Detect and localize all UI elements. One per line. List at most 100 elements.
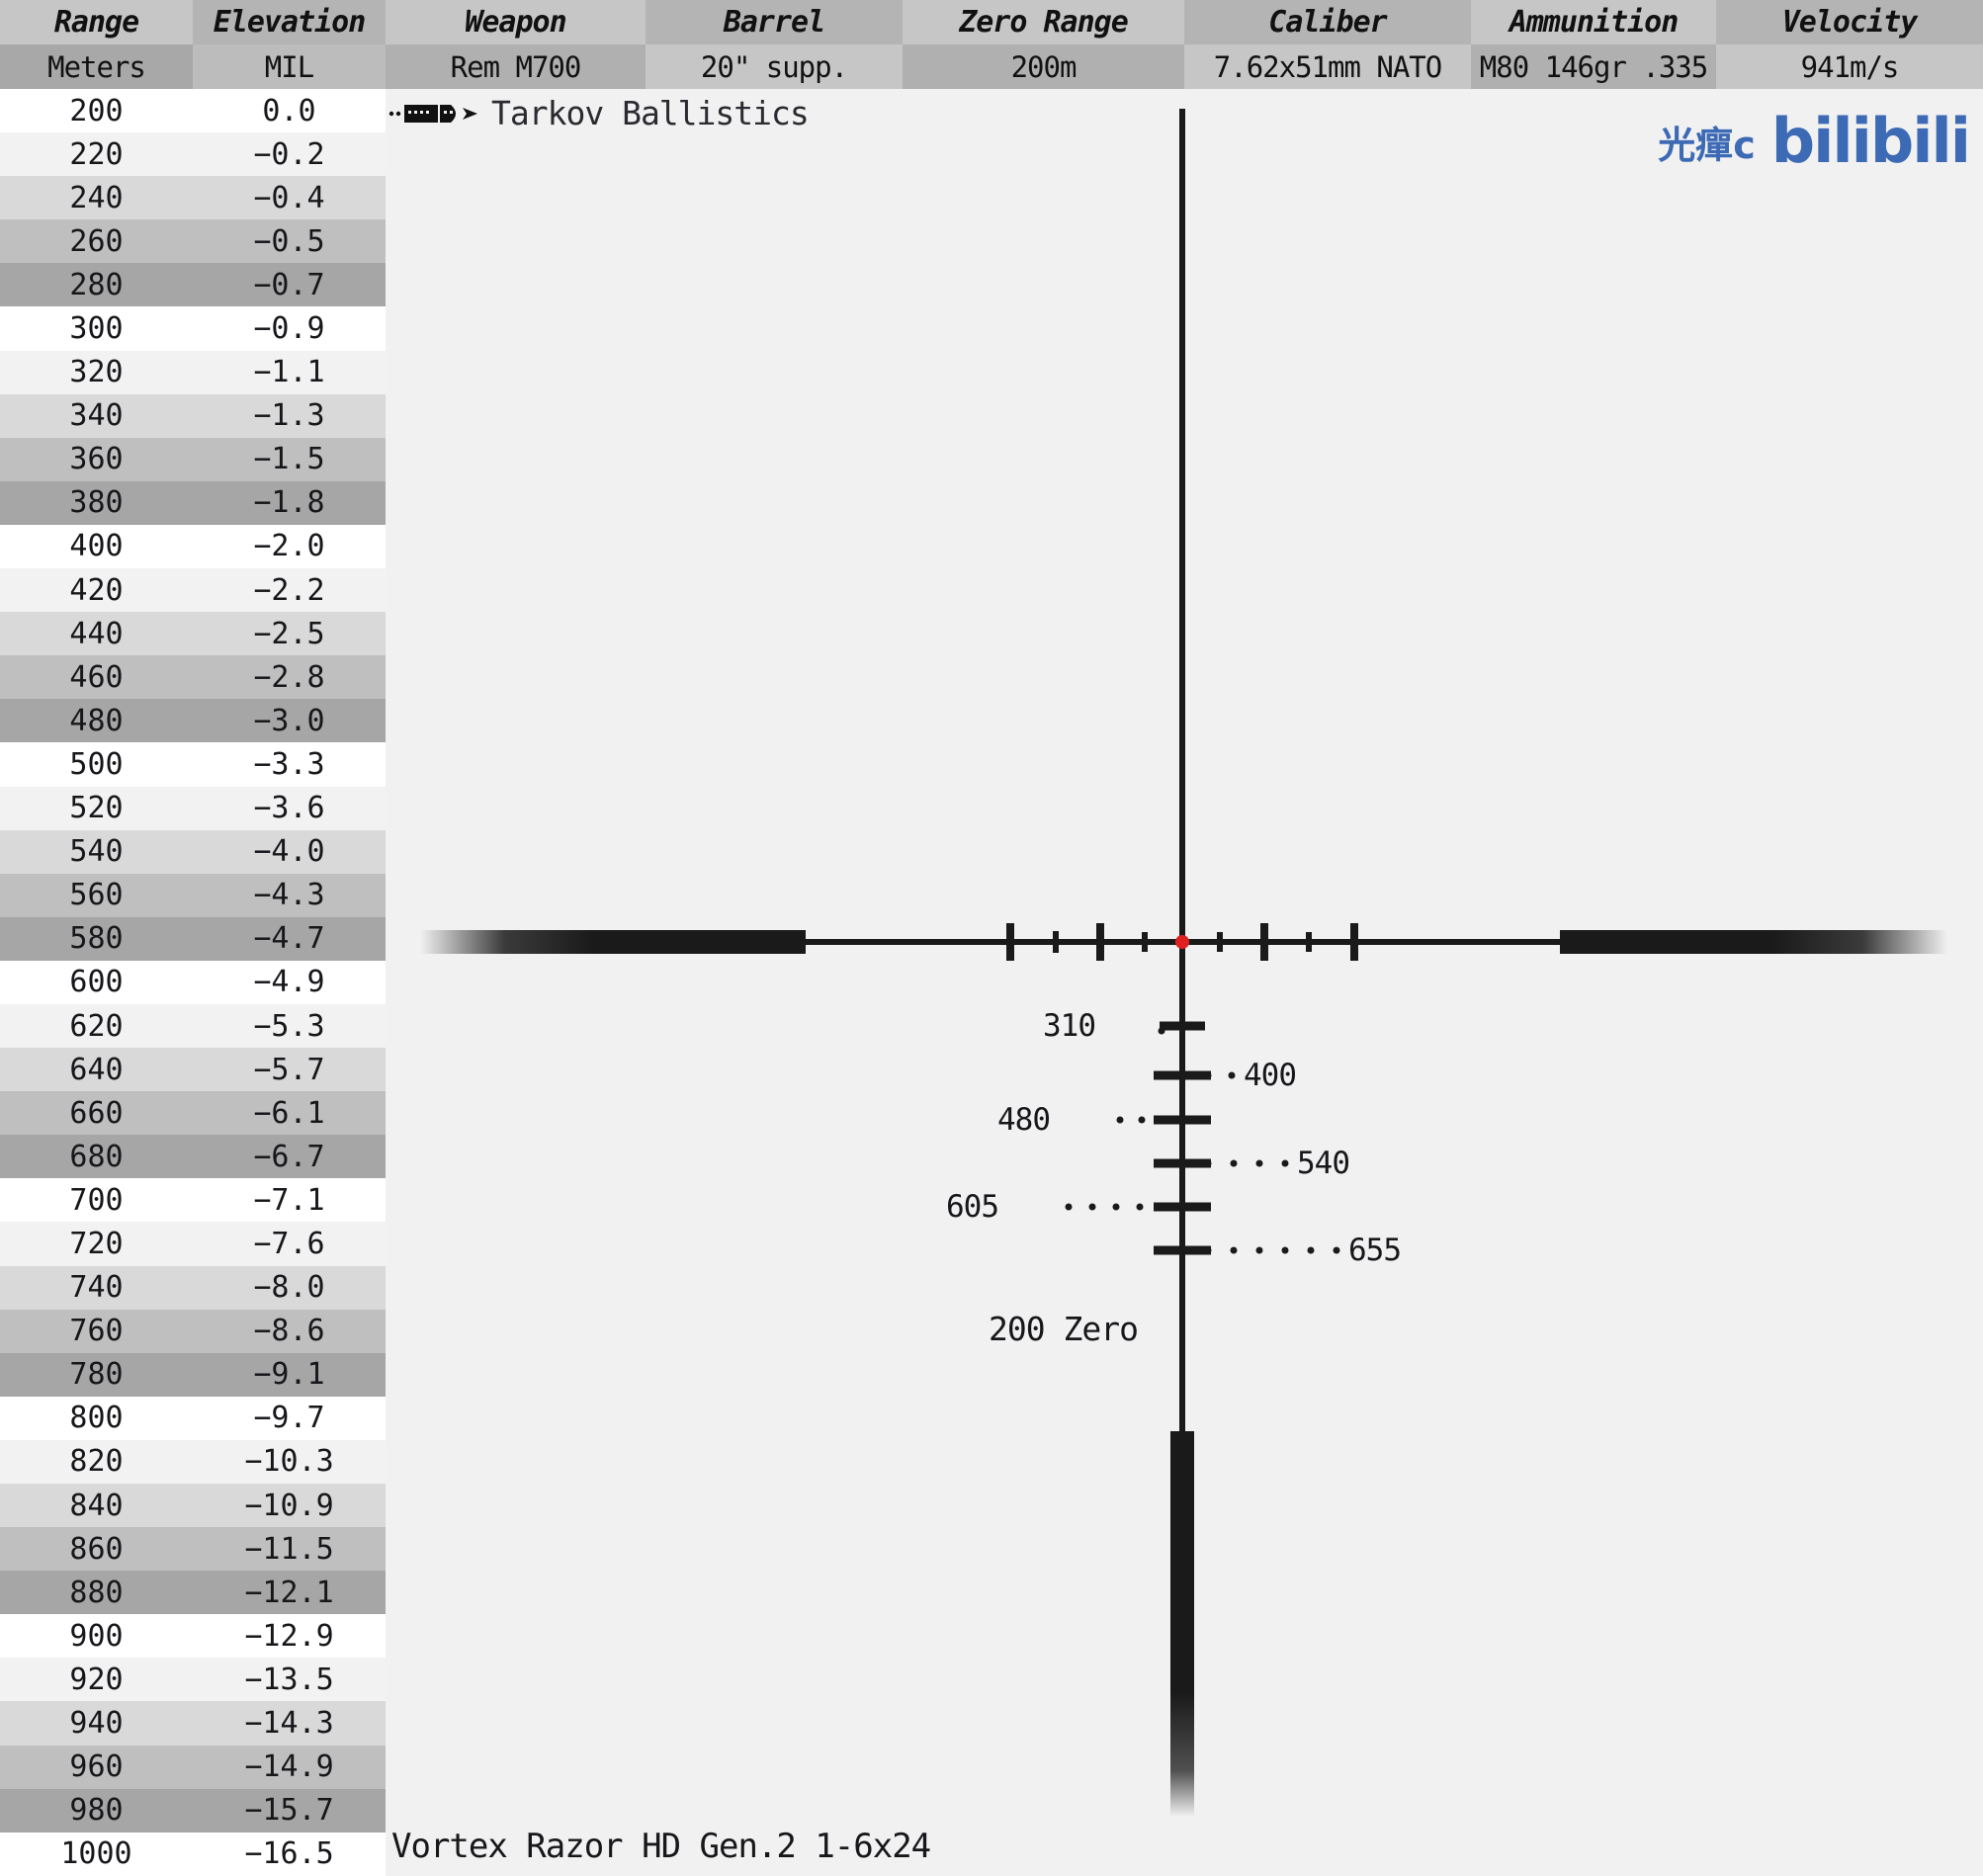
cell-range: 700 — [69, 1182, 124, 1218]
cell-range: 640 — [69, 1052, 124, 1087]
table-row: 380 −1.8 — [0, 480, 386, 525]
cell-mil: 0.0 — [262, 93, 316, 128]
cell-mil: −6.7 — [253, 1139, 325, 1174]
cell-mil: −3.6 — [253, 791, 325, 826]
cell-mil: −13.5 — [244, 1662, 334, 1697]
cell-range: 300 — [69, 311, 124, 347]
table-row: 480 −3.0 — [0, 699, 386, 743]
cell-mil: −4.3 — [253, 878, 325, 913]
cell-mil: −8.6 — [253, 1314, 325, 1349]
cell-mil: −2.0 — [253, 529, 325, 564]
cell-range: 760 — [69, 1314, 124, 1349]
cell-range: 840 — [69, 1488, 124, 1523]
table-row: 720 −7.6 — [0, 1222, 386, 1266]
cell-range: 200 — [69, 93, 124, 128]
meta-value-velocity: 941m/s — [1716, 44, 1983, 89]
table-row: 340 −1.3 — [0, 393, 386, 438]
table-row: 900 −12.9 — [0, 1614, 386, 1659]
meta-header-zero-range: Zero Range — [903, 0, 1184, 44]
meta-header-weapon: Weapon — [386, 0, 646, 44]
reticle-windage-ticks — [1006, 923, 1358, 961]
cell-mil: −4.0 — [253, 834, 325, 870]
column-header-elevation: Elevation — [193, 0, 386, 44]
cell-range: 820 — [69, 1444, 124, 1480]
cell-mil: −0.5 — [253, 223, 325, 259]
cell-range: 800 — [69, 1401, 124, 1436]
reticle-crosshair — [803, 109, 1564, 1435]
table-row: 960 −14.9 — [0, 1745, 386, 1789]
meta-value-weapon: Rem M700 — [386, 44, 646, 89]
cell-range: 880 — [69, 1575, 124, 1610]
table-subheader-row: Meters MIL — [0, 44, 386, 89]
cell-mil: −14.3 — [244, 1706, 334, 1742]
bullet-icon — [388, 104, 477, 123]
table-row: 840 −10.9 — [0, 1484, 386, 1528]
cell-mil: −1.3 — [253, 398, 325, 434]
table-row: 420 −2.2 — [0, 568, 386, 613]
table-row: 360 −1.5 — [0, 437, 386, 481]
table-row: 880 −12.1 — [0, 1571, 386, 1615]
table-row: 780 −9.1 — [0, 1352, 386, 1397]
reticle-leader-dots — [1065, 1027, 1340, 1254]
holdover-label-655: 655 — [1348, 1233, 1402, 1268]
reticle-holdover-ticks — [1154, 1021, 1211, 1255]
holdover-label-480: 480 — [997, 1102, 1051, 1138]
table-row: 980 −15.7 — [0, 1788, 386, 1833]
cell-range: 420 — [69, 572, 124, 608]
app-brand: Tarkov Ballistics — [388, 94, 810, 132]
cell-range: 580 — [69, 921, 124, 957]
watermark-username: 光癉c — [1658, 123, 1756, 167]
bilibili-logo: bilibili — [1770, 105, 1971, 177]
cell-mil: −7.6 — [253, 1226, 325, 1261]
cell-range: 240 — [69, 180, 124, 215]
cell-range: 540 — [69, 834, 124, 870]
cell-mil: −5.7 — [253, 1052, 325, 1087]
app-title: Tarkov Ballistics — [491, 94, 810, 132]
table-row: 860 −11.5 — [0, 1527, 386, 1572]
cell-mil: −3.3 — [253, 746, 325, 782]
table-row: 460 −2.8 — [0, 655, 386, 700]
holdover-label-310: 310 — [1043, 1008, 1096, 1044]
cell-mil: −1.1 — [253, 355, 325, 390]
column-header-range: Range — [0, 0, 193, 44]
cell-mil: −0.9 — [253, 311, 325, 347]
cell-range: 460 — [69, 659, 124, 695]
cell-range: 1000 — [60, 1836, 132, 1872]
cell-range: 560 — [69, 878, 124, 913]
cell-range: 680 — [69, 1139, 124, 1174]
table-header-row: Range Elevation — [0, 0, 386, 44]
ballistics-table: Range Elevation Meters MIL 200 0.0 220 −0.2 240 −… — [0, 0, 386, 1876]
cell-mil: −11.5 — [244, 1531, 334, 1567]
cell-range: 340 — [69, 398, 124, 434]
cell-range: 400 — [69, 529, 124, 564]
cell-mil: −4.7 — [253, 921, 325, 957]
cell-range: 440 — [69, 616, 124, 651]
table-row: 300 −0.9 — [0, 306, 386, 351]
table-row: 620 −5.3 — [0, 1003, 386, 1049]
table-row: 560 −4.3 — [0, 873, 386, 917]
cell-mil: −7.1 — [253, 1182, 325, 1218]
table-row: 700 −7.1 — [0, 1178, 386, 1223]
table-row: 220 −0.2 — [0, 132, 386, 177]
table-row: 260 −0.5 — [0, 219, 386, 264]
table-row: 600 −4.9 — [0, 960, 386, 1004]
cell-mil: −15.7 — [244, 1793, 334, 1829]
column-unit-meters: Meters — [0, 44, 193, 89]
table-row: 680 −6.7 — [0, 1135, 386, 1179]
table-row: 520 −3.6 — [0, 786, 386, 830]
table-row: 800 −9.7 — [0, 1396, 386, 1440]
cell-mil: −1.5 — [253, 442, 325, 477]
meta-header-ammunition: Ammunition — [1471, 0, 1716, 44]
cell-mil: −3.0 — [253, 703, 325, 738]
cell-range: 520 — [69, 791, 124, 826]
table-row: 660 −6.1 — [0, 1091, 386, 1136]
cell-range: 500 — [69, 746, 124, 782]
cell-mil: −6.1 — [253, 1095, 325, 1131]
cell-mil: −0.7 — [253, 267, 325, 302]
cell-mil: −2.8 — [253, 659, 325, 695]
table-row: 1000 −16.5 — [0, 1832, 386, 1876]
cell-mil: −1.8 — [253, 485, 325, 521]
zero-range-label: 200 Zero — [989, 1310, 1139, 1348]
cell-mil: −0.4 — [253, 180, 325, 215]
cell-range: 900 — [69, 1618, 124, 1654]
